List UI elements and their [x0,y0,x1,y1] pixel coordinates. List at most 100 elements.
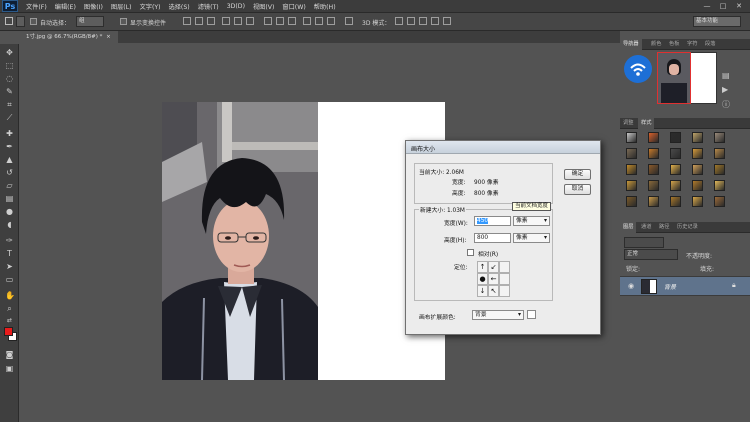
height-unit-select[interactable]: 像素 [513,233,550,243]
close-tab-icon[interactable]: × [106,34,111,40]
style-swatch[interactable] [626,164,637,175]
menu-help[interactable]: 帮助(H) [314,2,336,11]
close-icon[interactable]: ✕ [732,1,746,11]
3d-roll-icon[interactable] [407,17,415,25]
tab-color[interactable]: 颜色 [648,39,664,50]
align-center-icon[interactable] [234,17,242,25]
menu-edit[interactable]: 编辑(E) [55,2,76,11]
menu-window[interactable]: 窗口(W) [282,2,305,11]
history-panel-icon[interactable]: ▤ [722,71,730,80]
relative-checkbox[interactable] [467,249,474,256]
style-swatch[interactable] [714,132,725,143]
height-input[interactable]: 800 [474,233,511,243]
style-swatch[interactable] [692,180,703,191]
maximize-icon[interactable]: □ [716,1,730,11]
anchor-top-left[interactable]: ↑ [477,261,488,273]
move-tool-icon[interactable]: ✥ [5,48,14,57]
brush-tool-icon[interactable]: ✒ [5,142,14,151]
distribute-right-icon[interactable] [327,17,335,25]
quick-select-tool-icon[interactable]: ✎ [5,87,14,96]
anchor-top[interactable]: ↙ [488,261,499,273]
auto-select-dropdown[interactable]: 组 [76,16,104,27]
eraser-tool-icon[interactable]: ▱ [5,181,14,190]
layer-row-background[interactable]: ◉ 背景 🔒︎ [620,276,750,296]
style-swatch[interactable] [670,148,681,159]
cancel-button[interactable]: 取消 [564,184,591,195]
path-selection-tool-icon[interactable]: ➤ [5,262,14,271]
marquee-tool-icon[interactable]: ⬚ [5,61,14,70]
3d-rotate-icon[interactable] [395,17,403,25]
tab-adjustments[interactable]: 调整 [620,118,636,129]
visibility-eye-icon[interactable]: ◉ [628,282,634,290]
blend-mode-select[interactable]: 正常 [624,249,678,260]
tab-layers[interactable]: 图层 [620,222,637,233]
document-tab[interactable]: 1寸.jpg @ 66.7%(RGB/8#) * × [22,31,118,43]
foreground-color-swatch[interactable] [4,327,13,336]
menu-filter[interactable]: 滤镜(T) [198,2,219,11]
move-tool-icon[interactable] [5,17,13,25]
tab-swatches[interactable]: 色板 [666,39,682,50]
style-swatch[interactable] [648,196,659,207]
extension-color-swatch[interactable] [527,310,536,319]
info-panel-icon[interactable]: ⓘ [722,99,730,110]
3d-pan-icon[interactable] [419,17,427,25]
minimize-icon[interactable]: — [700,1,714,11]
type-tool-icon[interactable]: T [5,249,14,258]
style-swatch[interactable] [626,148,637,159]
dialog-titlebar[interactable]: 画布大小 [406,141,600,154]
style-swatch[interactable] [714,196,725,207]
style-swatch[interactable] [714,164,725,175]
navigator-view-box[interactable] [657,52,691,104]
align-bottom-icon[interactable] [207,17,215,25]
style-swatch[interactable] [670,164,681,175]
tab-channels[interactable]: 通道 [638,222,654,233]
style-swatch[interactable] [626,180,637,191]
gradient-tool-icon[interactable]: ▤ [5,194,14,203]
layer-filter-select[interactable] [624,237,664,248]
tab-paths[interactable]: 路径 [656,222,672,233]
extension-color-select[interactable]: 背景 [472,310,524,320]
quick-mask-icon[interactable]: ◙ [5,350,14,359]
distribute-middle-icon[interactable] [276,17,284,25]
eyedropper-tool-icon[interactable]: ⟋ [5,113,14,122]
screen-mode-icon[interactable]: ▣ [5,364,14,373]
history-brush-tool-icon[interactable]: ↺ [5,168,14,177]
dodge-tool-icon[interactable]: ◖ [5,220,14,229]
healing-brush-tool-icon[interactable]: ✚ [5,129,14,138]
style-swatch[interactable] [692,196,703,207]
shape-tool-icon[interactable]: ▭ [5,275,14,284]
style-swatch[interactable] [626,132,637,143]
style-swatch[interactable] [626,196,637,207]
style-swatch[interactable] [648,180,659,191]
tab-paragraph[interactable]: 段落 [702,39,718,50]
tool-preset-dropdown[interactable] [16,16,25,27]
align-top-icon[interactable] [183,17,191,25]
anchor-bottom-right[interactable] [499,285,510,297]
style-swatch[interactable] [670,132,681,143]
anchor-bottom-left[interactable]: ↓ [477,285,488,297]
lasso-tool-icon[interactable]: ◌ [5,74,14,83]
swap-colors-icon[interactable]: ⇄ [5,316,14,325]
anchor-middle-right[interactable] [499,273,510,285]
actions-panel-icon[interactable]: ▶ [722,85,728,94]
menu-3d[interactable]: 3D(D) [227,3,245,10]
distribute-center-icon[interactable] [315,17,323,25]
3d-slide-icon[interactable] [431,17,439,25]
menu-image[interactable]: 图像(I) [84,2,103,11]
blur-tool-icon[interactable]: ● [5,207,14,216]
ok-button[interactable]: 确定 [564,169,591,180]
auto-select-checkbox[interactable] [30,18,37,25]
style-swatch[interactable] [692,132,703,143]
menu-view[interactable]: 视图(V) [253,2,274,11]
anchor-middle-left[interactable]: ● [477,273,488,285]
anchor-bottom[interactable]: ↖ [488,285,499,297]
distribute-bottom-icon[interactable] [288,17,296,25]
style-swatch[interactable] [714,148,725,159]
anchor-center[interactable]: ← [488,273,499,285]
menu-type[interactable]: 文字(Y) [140,2,161,11]
pen-tool-icon[interactable]: ✑ [5,236,14,245]
document-canvas[interactable] [162,102,445,380]
style-swatch[interactable] [714,180,725,191]
menu-file[interactable]: 文件(F) [26,2,47,11]
align-left-icon[interactable] [222,17,230,25]
